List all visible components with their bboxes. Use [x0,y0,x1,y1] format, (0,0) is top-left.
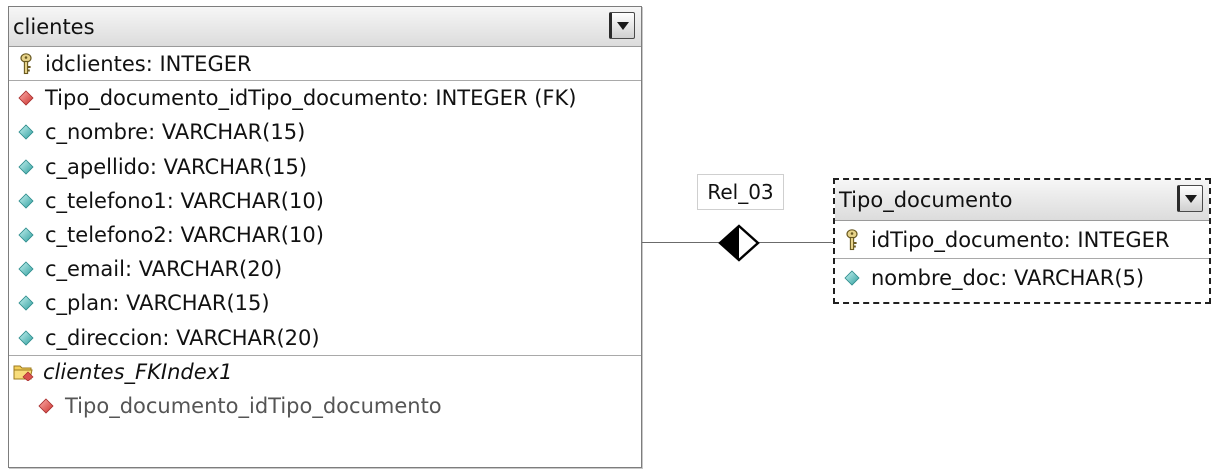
index-row[interactable]: clientes_FKIndex1 [9,354,641,389]
dropdown-arrow-icon [1185,194,1197,203]
column-label: Tipo_documento_idTipo_documento: INTEGER… [45,86,577,111]
table-tipo-documento[interactable]: Tipo_documento idTipo_documento: INTEGER [833,178,1211,304]
column-label: idclientes: INTEGER [45,51,252,76]
index-column-row[interactable]: Tipo_documento_idTipo_documento [9,389,641,423]
table-clientes-header[interactable]: clientes [9,7,641,47]
teal-diamond-icon [841,267,863,289]
table-clientes-menu-button[interactable] [609,12,635,39]
teal-diamond-icon [15,327,37,349]
index-column-label: Tipo_documento_idTipo_documento [65,393,442,418]
column-row-primary-key[interactable]: idclientes: INTEGER [9,47,641,82]
column-row[interactable]: nombre_doc: VARCHAR(5) [835,259,1209,297]
relationship-label[interactable]: Rel_03 [697,174,784,210]
column-row[interactable]: c_telefono2: VARCHAR(10) [9,218,641,252]
relationship-diamond-icon[interactable] [717,224,761,262]
index-name: clientes_FKIndex1 [43,360,233,385]
folder-index-icon [13,361,35,383]
column-row[interactable]: c_telefono1: VARCHAR(10) [9,184,641,218]
teal-diamond-icon [15,121,37,143]
teal-diamond-icon [15,190,37,212]
column-label: idTipo_documento: INTEGER [871,227,1170,252]
column-label: c_direccion: VARCHAR(20) [45,325,320,350]
teal-diamond-icon [15,156,37,178]
table-clientes-title: clientes [13,14,95,39]
column-row-foreign-key[interactable]: Tipo_documento_idTipo_documento: INTEGER… [9,81,641,115]
column-label: c_email: VARCHAR(20) [45,257,283,282]
teal-diamond-icon [15,224,37,246]
table-clientes[interactable]: clientes idclientes: INTEGER Tipo_docume… [8,6,642,468]
key-icon [841,228,863,251]
dropdown-arrow-icon [617,21,629,30]
column-row[interactable]: c_direccion: VARCHAR(20) [9,321,641,355]
column-row[interactable]: c_plan: VARCHAR(15) [9,286,641,320]
column-row-primary-key[interactable]: idTipo_documento: INTEGER [835,221,1209,259]
red-diamond-icon [15,87,37,109]
table-tipo-documento-menu-button[interactable] [1177,185,1203,212]
column-label: c_telefono1: VARCHAR(10) [45,188,324,213]
column-row[interactable]: c_email: VARCHAR(20) [9,252,641,286]
column-label: nombre_doc: VARCHAR(5) [871,266,1145,290]
table-tipo-documento-header[interactable]: Tipo_documento [835,180,1209,221]
key-icon [15,52,37,75]
er-diagram-canvas: clientes idclientes: INTEGER Tipo_docume… [0,0,1216,470]
column-row[interactable]: c_nombre: VARCHAR(15) [9,115,641,149]
column-row[interactable]: c_apellido: VARCHAR(15) [9,150,641,184]
teal-diamond-icon [15,258,37,280]
column-label: c_plan: VARCHAR(15) [45,291,270,316]
table-tipo-documento-title: Tipo_documento [839,188,1013,212]
column-label: c_telefono2: VARCHAR(10) [45,223,324,248]
column-label: c_apellido: VARCHAR(15) [45,154,308,179]
column-label: c_nombre: VARCHAR(15) [45,120,306,145]
red-diamond-icon [35,395,57,417]
teal-diamond-icon [15,292,37,314]
